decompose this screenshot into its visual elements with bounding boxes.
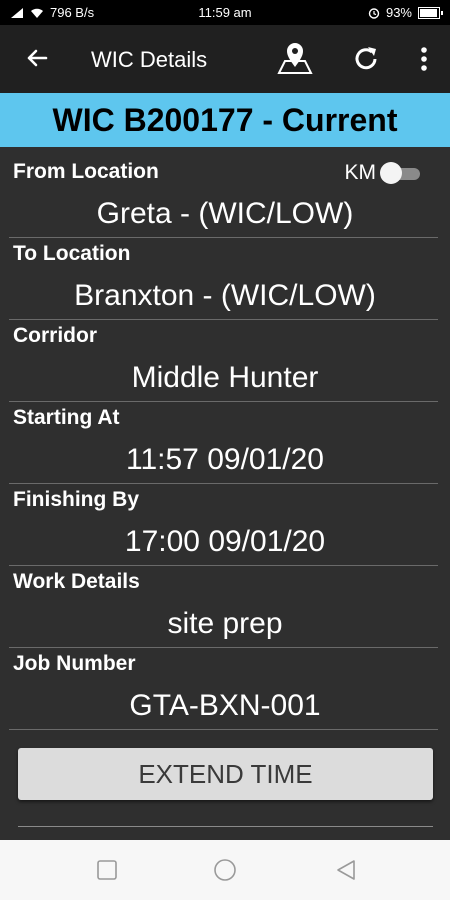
divider xyxy=(9,565,438,566)
back-arrow-icon[interactable] xyxy=(22,43,52,73)
refresh-icon[interactable] xyxy=(346,39,386,79)
field-value: 17:00 09/01/20 xyxy=(124,525,326,558)
field-label: Work Details xyxy=(13,570,140,593)
divider xyxy=(9,319,438,320)
field-label: Job Number xyxy=(13,652,136,675)
field-label: Corridor xyxy=(13,324,97,347)
field-label: From Location xyxy=(13,160,159,183)
recent-apps-icon[interactable] xyxy=(95,858,119,882)
app-bar: WIC Details xyxy=(0,25,450,93)
field-label: To Location xyxy=(13,242,131,265)
field-value: Middle Hunter xyxy=(131,361,319,394)
divider xyxy=(9,401,438,402)
divider xyxy=(9,729,438,730)
status-right: 93% xyxy=(368,5,443,20)
home-icon[interactable] xyxy=(213,858,237,882)
field-value: site prep xyxy=(167,607,283,640)
km-switch[interactable] xyxy=(380,162,424,184)
system-nav-bar xyxy=(0,840,450,900)
field-label: Finishing By xyxy=(13,488,139,511)
battery-percent: 93% xyxy=(385,5,412,20)
divider xyxy=(18,826,433,827)
extend-time-button[interactable]: EXTEND TIME xyxy=(18,748,433,800)
field-value: Greta - (WIC/LOW) xyxy=(96,197,354,230)
alarm-icon xyxy=(368,7,380,19)
more-vert-icon[interactable] xyxy=(404,39,444,79)
field-value: GTA-BXN-001 xyxy=(129,689,321,722)
status-bar: 796 B/s 11:59 am 93% xyxy=(0,0,450,25)
divider xyxy=(9,237,438,238)
divider xyxy=(9,647,438,648)
wic-banner: WIC B200177 - Current xyxy=(0,93,450,147)
back-nav-icon[interactable] xyxy=(334,858,358,882)
field-value: Branxton - (WIC/LOW) xyxy=(74,279,376,312)
map-pin-icon[interactable] xyxy=(275,39,315,79)
battery-icon xyxy=(418,6,443,19)
divider xyxy=(9,483,438,484)
km-label: KM xyxy=(344,161,377,184)
field-label: Starting At xyxy=(13,406,120,429)
field-value: 11:57 09/01/20 xyxy=(126,443,324,476)
km-toggle[interactable]: KM xyxy=(345,161,425,185)
page-title: WIC Details xyxy=(91,47,208,72)
